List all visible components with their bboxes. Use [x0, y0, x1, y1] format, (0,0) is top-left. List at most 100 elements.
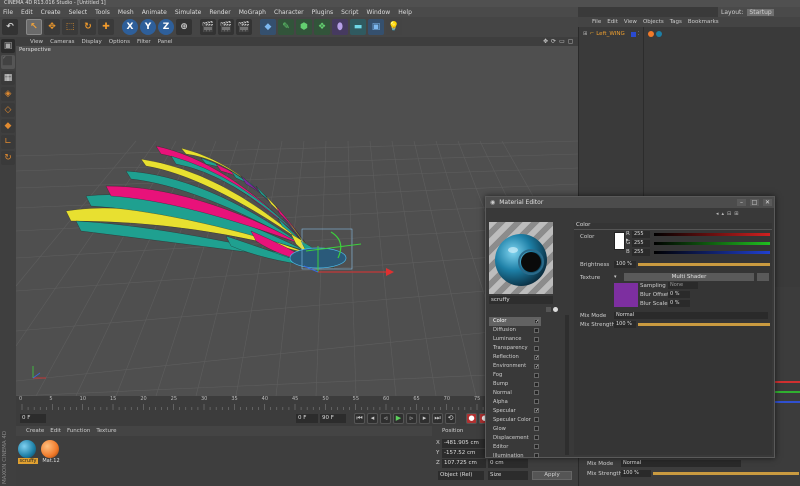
render-picture-viewer-icon[interactable]: 🎬: [218, 19, 234, 35]
channel-row[interactable]: Alpha: [489, 397, 541, 406]
channel-checkbox[interactable]: [534, 399, 539, 405]
material-tag-icon-2[interactable]: [655, 31, 662, 37]
object-name[interactable]: Left_WING: [596, 31, 625, 37]
channel-row[interactable]: Reflection ✓: [489, 353, 541, 362]
mix-strength-slider[interactable]: [638, 323, 770, 326]
channel-checkbox[interactable]: [534, 345, 539, 351]
render-view-icon[interactable]: 🎬: [200, 19, 216, 35]
channel-checkbox[interactable]: [534, 417, 539, 423]
mix-mode-select[interactable]: Normal: [614, 312, 768, 319]
go-to-end-icon[interactable]: ⏭: [432, 412, 443, 424]
light-icon[interactable]: 💡: [386, 19, 402, 35]
deformer-icon[interactable]: ⬮: [332, 19, 348, 35]
menu-help[interactable]: Help: [398, 9, 412, 16]
model-mode-icon[interactable]: ⬛: [1, 55, 15, 69]
array-generator-icon[interactable]: ❖: [314, 19, 330, 35]
channel-row[interactable]: Displacement: [489, 433, 541, 442]
channel-checkbox[interactable]: [534, 453, 539, 459]
material-item-mat12[interactable]: Mat.12: [41, 440, 61, 464]
channel-row[interactable]: Specular ✓: [489, 406, 541, 415]
channel-row[interactable]: Editor: [489, 442, 541, 451]
up-icon[interactable]: ▴: [722, 211, 725, 217]
menu-select[interactable]: Select: [69, 9, 88, 16]
obj-menu-tags[interactable]: Tags: [670, 19, 682, 25]
material-preview-sphere[interactable]: [489, 222, 553, 294]
obj-menu-edit[interactable]: Edit: [607, 19, 618, 25]
brightness-slider[interactable]: [638, 263, 770, 266]
obj-menu-file[interactable]: File: [592, 19, 601, 25]
z-axis-lock-icon[interactable]: Z: [158, 19, 174, 35]
make-editable-icon[interactable]: ▣: [1, 39, 15, 53]
object-row[interactable]: ⊞ ⌐ Left_WING ⁚: [583, 31, 662, 37]
move-gizmo[interactable]: [303, 246, 394, 276]
position-y-field[interactable]: -157.52 cm: [442, 449, 486, 458]
channel-row[interactable]: Transparency: [489, 344, 541, 353]
x-axis-lock-icon[interactable]: X: [122, 19, 138, 35]
blur-offset-field[interactable]: 0 %: [668, 291, 690, 298]
viewport-menu-filter[interactable]: Filter: [137, 39, 151, 45]
viewport-menu-cameras[interactable]: Cameras: [50, 39, 74, 45]
material-tag-icon[interactable]: [647, 31, 654, 37]
position-x-field[interactable]: -481.905 cm: [442, 439, 486, 448]
brightness-field[interactable]: 100 %: [614, 261, 636, 268]
orbit-icon[interactable]: ⟳: [551, 38, 556, 45]
channel-scrollbar[interactable]: [565, 315, 569, 455]
menu-render[interactable]: Render: [209, 9, 230, 16]
lock-icon[interactable]: ⊟: [727, 211, 731, 217]
visibility-dots-icon[interactable]: ⁚: [638, 31, 640, 37]
viewport-menu-panel[interactable]: Panel: [158, 39, 173, 45]
y-axis-lock-icon[interactable]: Y: [140, 19, 156, 35]
attr-mix-mode-select[interactable]: Normal: [621, 460, 741, 467]
menu-animate[interactable]: Animate: [142, 9, 167, 16]
r-field[interactable]: 255: [632, 231, 650, 238]
channel-checkbox[interactable]: [534, 372, 539, 378]
menu-script[interactable]: Script: [341, 9, 358, 16]
material-name-field[interactable]: scruffy: [489, 296, 553, 304]
menu-edit[interactable]: Edit: [21, 9, 33, 16]
polygons-mode-icon[interactable]: ◆: [1, 119, 15, 133]
viewport-menu-options[interactable]: Options: [109, 39, 130, 45]
texture-shader-button[interactable]: Multi Shader: [624, 273, 754, 281]
texture-expand-icon[interactable]: ▾: [614, 274, 617, 280]
channel-row[interactable]: Diffusion: [489, 326, 541, 335]
channel-checkbox[interactable]: [534, 327, 539, 333]
expand-icon[interactable]: ⊞: [583, 31, 588, 37]
g-slider[interactable]: [654, 242, 770, 245]
maximize-view-icon[interactable]: ▢: [568, 38, 574, 45]
back-icon[interactable]: ◂: [716, 211, 719, 217]
channel-checkbox[interactable]: [534, 336, 539, 342]
recent-tool-icon[interactable]: ✚: [98, 19, 114, 35]
channel-row[interactable]: Glow: [489, 424, 541, 433]
edges-mode-icon[interactable]: ◇: [1, 103, 15, 117]
move-selection-icon[interactable]: ↖: [26, 19, 42, 35]
menu-character[interactable]: Character: [274, 9, 304, 16]
g-field[interactable]: 255: [632, 240, 650, 247]
zoom-icon[interactable]: ▭: [559, 38, 565, 45]
move-icon[interactable]: ✥: [44, 19, 60, 35]
texture-menu-button[interactable]: [757, 273, 769, 281]
menu-file[interactable]: File: [3, 9, 13, 16]
layout-selector[interactable]: Layout: Startup: [718, 7, 800, 17]
start-frame-field[interactable]: 0 F: [20, 413, 46, 423]
play-icon[interactable]: ▶: [393, 412, 404, 424]
minimize-icon[interactable]: –: [737, 199, 746, 206]
camera-icon[interactable]: ▣: [368, 19, 384, 35]
rotate-icon[interactable]: ↻: [80, 19, 96, 35]
menu-mesh[interactable]: Mesh: [118, 9, 134, 16]
loop-icon[interactable]: ⟲: [445, 412, 456, 424]
end-frame-field[interactable]: 90 F: [320, 413, 346, 423]
render-settings-icon[interactable]: 🎬: [236, 19, 252, 35]
b-field[interactable]: 255: [632, 249, 650, 256]
sampling-select[interactable]: None: [668, 282, 698, 289]
r-slider[interactable]: [654, 233, 770, 236]
floor-icon[interactable]: ▬: [350, 19, 366, 35]
channel-row[interactable]: Illumination: [489, 451, 541, 460]
channel-checkbox[interactable]: [534, 390, 539, 396]
cube-primitive-icon[interactable]: ◆: [260, 19, 276, 35]
tweak-mode-icon[interactable]: ↻: [1, 151, 15, 165]
size-z-field[interactable]: 0 cm: [488, 459, 528, 468]
viewport-menu-view[interactable]: View: [30, 39, 43, 45]
obj-menu-objects[interactable]: Objects: [643, 19, 664, 25]
subdivision-surface-icon[interactable]: ⬢: [296, 19, 312, 35]
menu-tools[interactable]: Tools: [95, 9, 110, 16]
